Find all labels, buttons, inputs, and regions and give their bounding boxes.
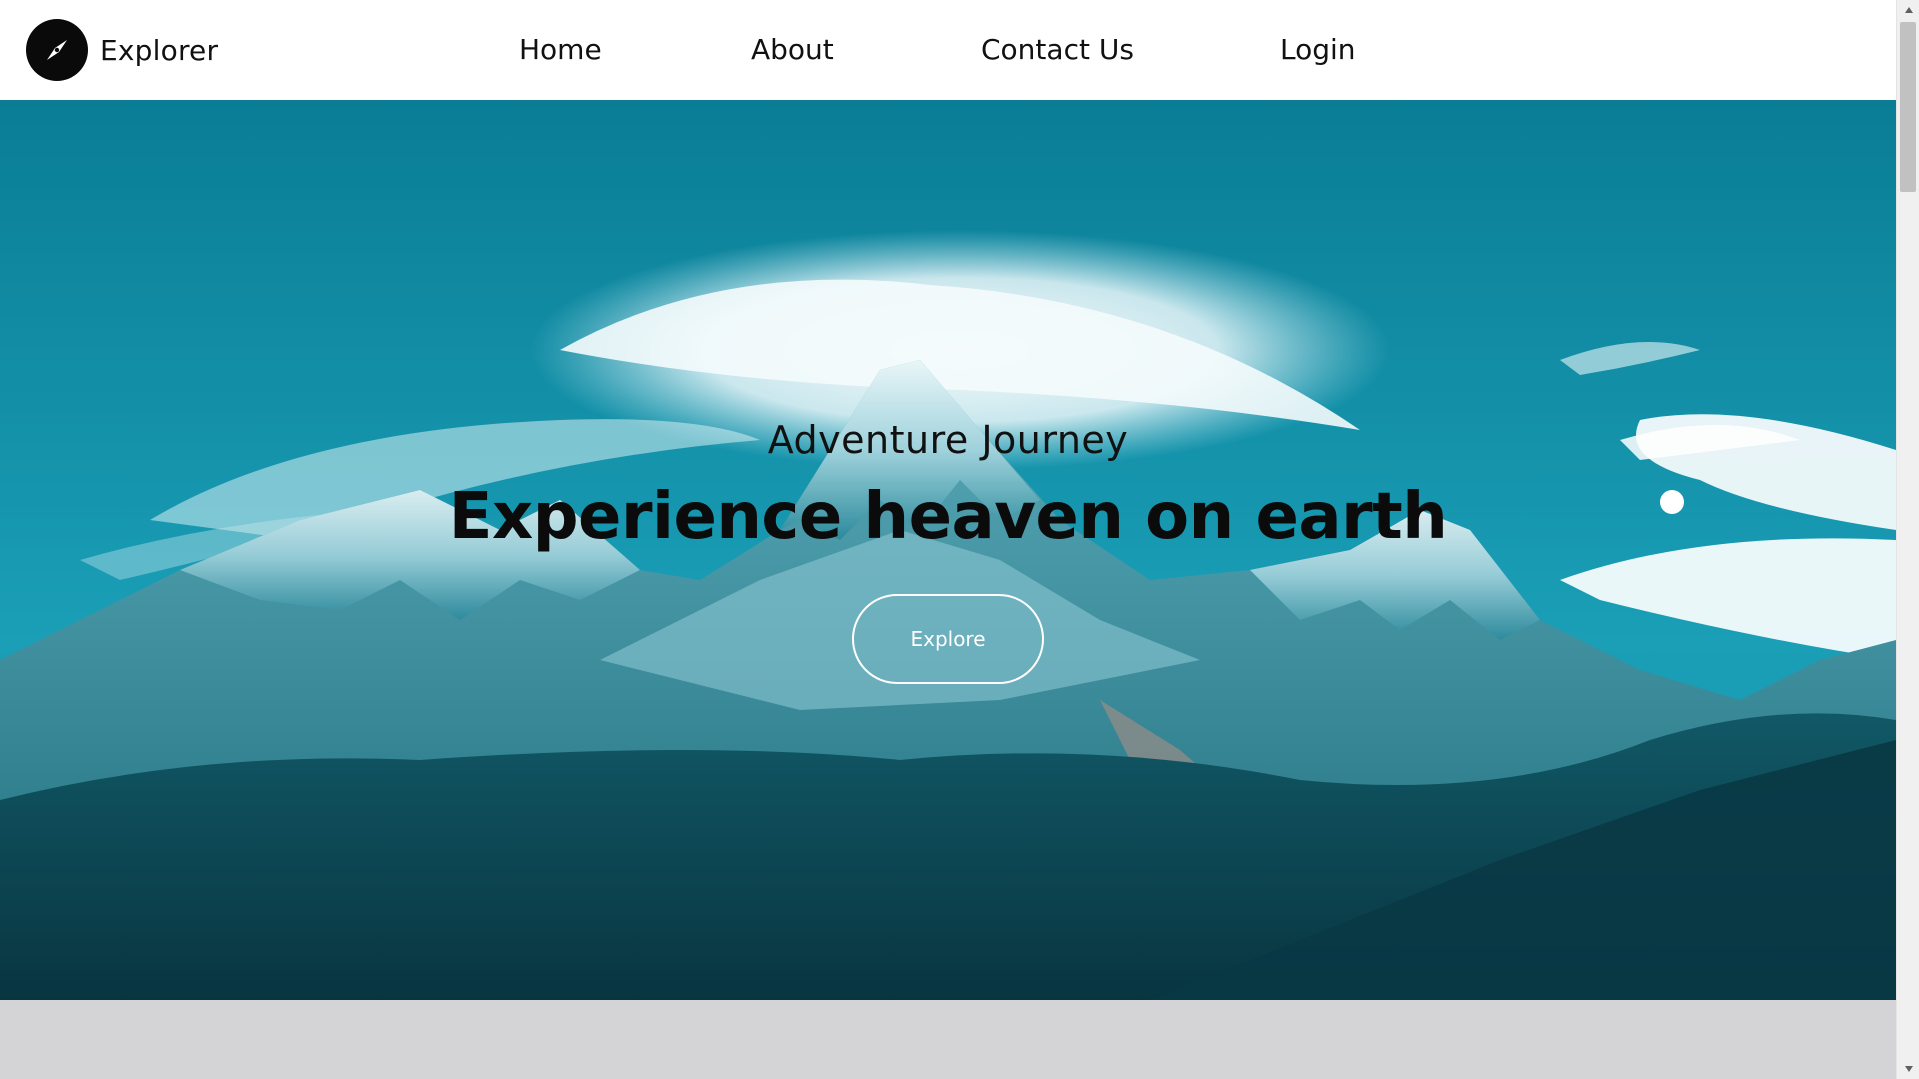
brand-name: Explorer (100, 33, 219, 67)
hero-section: Adventure Journey Experience heaven on e… (0, 100, 1896, 1000)
explore-button[interactable]: Explore (852, 594, 1044, 684)
vertical-scrollbar[interactable] (1896, 0, 1919, 1079)
page: Explorer Home About Contact Us Login Adv… (0, 0, 1919, 1079)
scroll-up-arrow-icon[interactable] (1897, 0, 1919, 20)
scroll-down-arrow-icon[interactable] (1897, 1059, 1919, 1079)
nav-about[interactable]: About (751, 30, 834, 70)
brand-link[interactable]: Explorer (26, 19, 218, 81)
nav-login[interactable]: Login (1280, 30, 1356, 70)
hero-title: Experience heaven on earth (448, 480, 1448, 554)
nav-home[interactable]: Home (519, 30, 602, 70)
hero-subtitle: Adventure Journey (767, 418, 1129, 462)
hero-content: Adventure Journey Experience heaven on e… (0, 100, 1896, 1000)
nav-contact-us[interactable]: Contact Us (981, 30, 1134, 70)
navbar: Explorer Home About Contact Us Login (0, 0, 1896, 100)
next-section (0, 1000, 1896, 1079)
compass-icon (26, 19, 88, 81)
scrollbar-thumb[interactable] (1900, 22, 1916, 192)
